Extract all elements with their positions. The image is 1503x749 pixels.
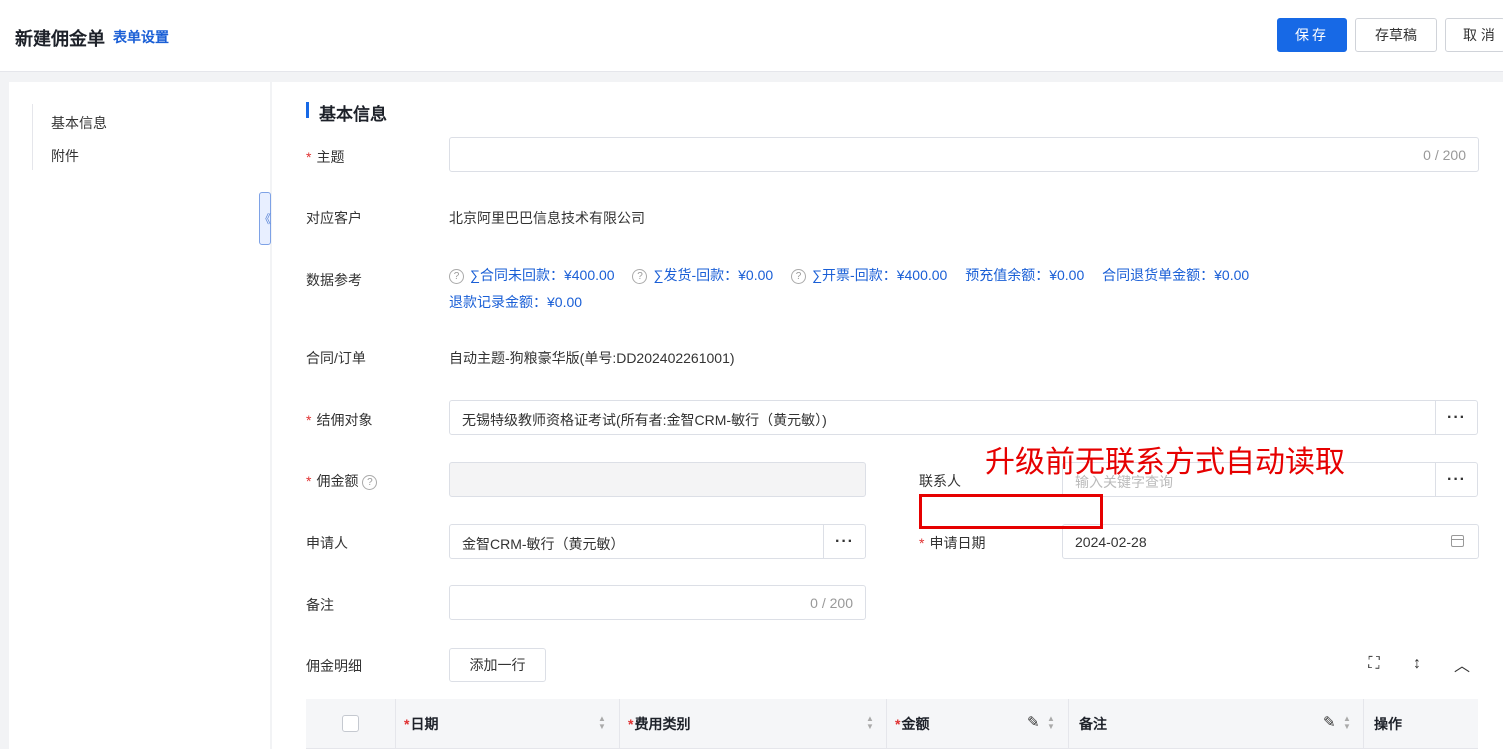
cancel-button[interactable]: 取 消 [1445, 18, 1503, 52]
collapse-sidebar-handle[interactable]: 《 [259, 192, 271, 245]
density-icon[interactable]: ↕ [1406, 653, 1428, 675]
help-icon[interactable]: ? [449, 268, 464, 284]
subject-input[interactable]: 0 / 200 [449, 137, 1479, 172]
nav-item-basic-info[interactable]: 基本信息 [51, 113, 107, 133]
sort-desc-icon: ▼ [598, 722, 606, 731]
required-mark: * [919, 535, 925, 551]
column-amount-label: 金额 [901, 716, 930, 732]
apply-date-label-text: 申请日期 [929, 535, 986, 551]
sort-icon[interactable]: ▲ ▼ [866, 715, 874, 731]
customer-value: 北京阿里巴巴信息技术有限公司 [449, 210, 645, 226]
remark-counter: 0 / 200 [810, 595, 853, 611]
annotation-highlight-box [919, 494, 1103, 529]
edit-icon[interactable]: ✎ [1027, 713, 1040, 731]
save-button[interactable]: 保存 [1277, 18, 1347, 52]
detail-table-header: *日期 ▲ ▼ *费用类别 ▲ ▼ *金额 ✎ ▲ ▼ 备注 ✎ ▲ ▼ 操作 [306, 699, 1478, 749]
customer-label: 对应客户 [306, 210, 362, 226]
apply-date-label: * 申请日期 [919, 533, 985, 553]
subject-label-text: 主题 [316, 149, 345, 165]
ref-refund-record: 退款记录金额：¥0.00 [449, 294, 583, 310]
chevron-left-icon: 《 [259, 212, 272, 226]
form-main: 基本信息 * 主题 0 / 200 对应客户 北京阿里巴巴信息技术有限公司 数据参… [272, 82, 1503, 749]
applicant-label: 申请人 [306, 535, 348, 551]
settle-target-value: 无锡特级教师资格证考试(所有者:金智CRM-敏行（黄元敏）) [462, 412, 827, 428]
sort-desc-icon: ▼ [866, 722, 874, 731]
column-amount[interactable]: *金额 ✎ ▲ ▼ [887, 699, 1069, 749]
section-title: 基本信息 [319, 105, 387, 124]
add-row-button[interactable]: 添加一行 [449, 648, 546, 682]
column-actions-label: 操作 [1374, 716, 1402, 732]
select-all-checkbox[interactable] [342, 715, 359, 732]
help-icon[interactable]: ? [362, 474, 378, 490]
settle-target-label-text: 结佣对象 [316, 412, 373, 428]
ref-item: ? ∑发货-回款：¥0.00 [632, 267, 774, 284]
required-mark: * [628, 716, 634, 732]
form-settings-link[interactable]: 表单设置 [113, 27, 169, 47]
page-title: 新建佣金单 [15, 29, 105, 49]
edit-icon[interactable]: ✎ [1323, 713, 1336, 731]
data-ref-line-1: ? ∑合同未回款：¥400.00 ? ∑发货-回款：¥0.00 ? ∑开票-回款：¥4… [449, 265, 1263, 285]
column-remark[interactable]: 备注 ✎ ▲ ▼ [1069, 699, 1364, 749]
calendar-icon[interactable] [1451, 535, 1464, 547]
required-mark: * [306, 149, 312, 165]
column-date-label: 日期 [410, 716, 439, 732]
help-icon[interactable]: ? [791, 268, 807, 284]
collapse-up-icon[interactable]: ︿ [1451, 653, 1473, 675]
contact-more-button[interactable]: ··· [1435, 463, 1477, 496]
apply-date-value: 2024-02-28 [1075, 534, 1147, 550]
column-fee-type-label: 费用类别 [634, 716, 691, 732]
sort-icon[interactable]: ▲ ▼ [598, 715, 606, 731]
required-mark: * [404, 716, 410, 732]
ref-prepaid-balance: 预充值余额：¥0.00 [965, 267, 1085, 283]
contact-label: 联系人 [919, 473, 961, 489]
applicant-field[interactable]: 金智CRM-敏行（黄元敏） ··· [449, 524, 866, 559]
ref-item: ? ∑开票-回款：¥400.00 [791, 267, 948, 284]
commission-input [449, 462, 866, 497]
ref-invoice-payment: ∑开票-回款：¥400.00 [812, 267, 948, 283]
save-draft-button[interactable]: 存草稿 [1355, 18, 1437, 52]
annotation-text: 升级前无联系方式自动读取 [985, 445, 1345, 480]
required-mark: * [306, 473, 312, 489]
sort-icon[interactable]: ▲ ▼ [1047, 715, 1055, 731]
ref-contract-return: 合同退货单金额：¥0.00 [1102, 267, 1250, 283]
ref-delivery-payment: ∑发货-回款：¥0.00 [653, 267, 774, 283]
applicant-more-button[interactable]: ··· [823, 525, 865, 558]
commission-label-text: 佣金额 [316, 473, 359, 489]
required-mark: * [895, 716, 901, 732]
contract-label: 合同/订单 [306, 350, 366, 366]
contract-value: 自动主题-狗粮豪华版(单号:DD202402261001) [449, 350, 735, 366]
settle-target-label: * 结佣对象 [306, 410, 372, 430]
data-ref-label: 数据参考 [306, 272, 362, 288]
sort-icon[interactable]: ▲ ▼ [1343, 715, 1351, 731]
column-fee-type[interactable]: *费用类别 ▲ ▼ [620, 699, 887, 749]
sort-desc-icon: ▼ [1343, 722, 1351, 731]
column-remark-label: 备注 [1079, 716, 1107, 732]
sort-desc-icon: ▼ [1047, 722, 1055, 731]
remark-label: 备注 [306, 597, 334, 613]
fullscreen-icon[interactable]: ⛶ [1363, 653, 1385, 675]
select-all-column [306, 699, 396, 749]
settle-target-more-button[interactable]: ··· [1435, 401, 1477, 434]
column-actions: 操作 [1364, 699, 1478, 749]
applicant-value: 金智CRM-敏行（黄元敏） [462, 536, 625, 552]
detail-label: 佣金明细 [306, 658, 362, 674]
nav-item-attachments[interactable]: 附件 [51, 146, 79, 166]
subject-label: * 主题 [306, 147, 344, 167]
ref-item: ? ∑合同未回款：¥400.00 [449, 267, 615, 284]
side-nav: 基本信息 附件 [9, 82, 270, 749]
required-mark: * [306, 412, 312, 428]
remark-input[interactable]: 0 / 200 [449, 585, 866, 620]
commission-label: * 佣金额 ? [306, 471, 378, 491]
column-date[interactable]: *日期 ▲ ▼ [396, 699, 620, 749]
top-bar: 新建佣金单 表单设置 保存 存草稿 取 消 [0, 0, 1503, 72]
section-marker [306, 102, 309, 118]
subject-counter: 0 / 200 [1423, 147, 1466, 163]
settle-target-field[interactable]: 无锡特级教师资格证考试(所有者:金智CRM-敏行（黄元敏）) ··· [449, 400, 1478, 435]
nav-divider [32, 104, 33, 170]
ref-unpaid-contract: ∑合同未回款：¥400.00 [470, 267, 615, 283]
help-icon[interactable]: ? [632, 268, 648, 284]
apply-date-picker[interactable]: 2024-02-28 [1062, 524, 1479, 559]
